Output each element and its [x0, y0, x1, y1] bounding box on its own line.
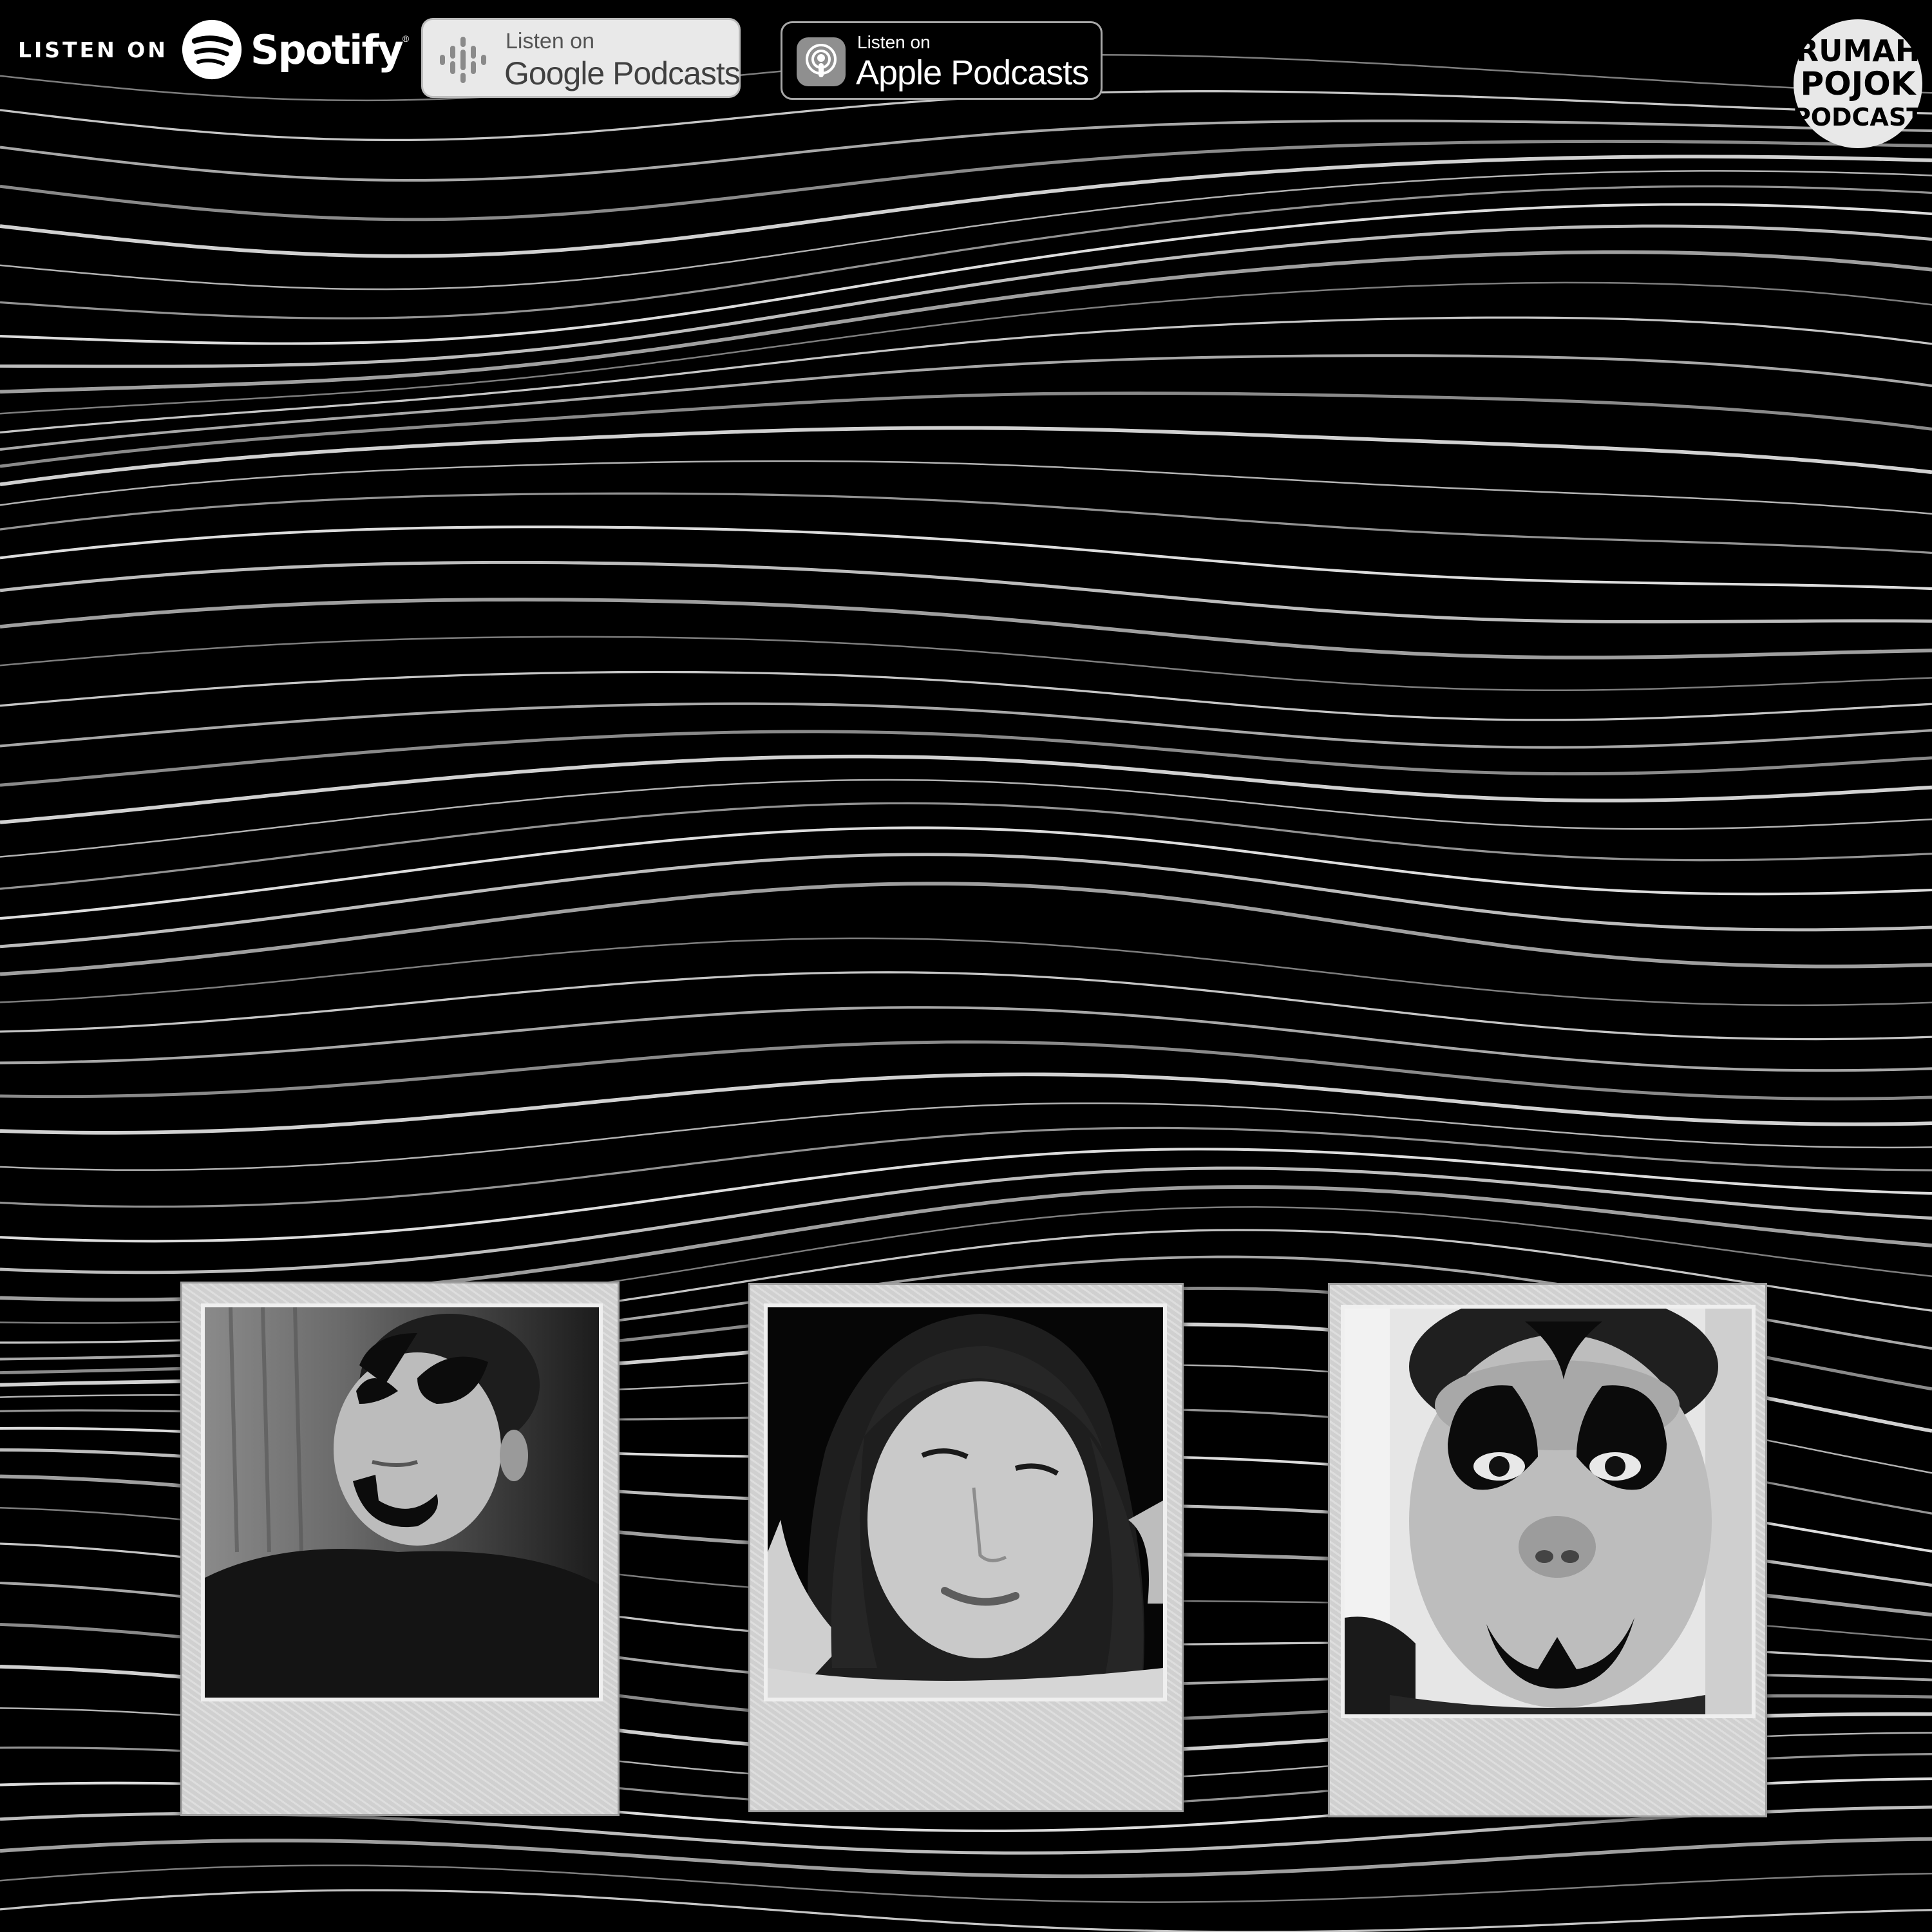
apple-podcasts-icon: [797, 37, 846, 86]
host-photo-right: [1345, 1309, 1752, 1714]
wave-line: [0, 598, 1932, 659]
polaroid-photo-3: [1328, 1283, 1767, 1817]
portrait-with-face-paint-icon: [1345, 1309, 1752, 1714]
wave-line: [0, 316, 1932, 434]
spotify-badge[interactable]: LISTEN ON Spotify ®: [18, 14, 409, 85]
apple-podcasts-badge[interactable]: Listen on Apple Podcasts: [781, 21, 1103, 100]
podcast-cover: LISTEN ON Spotify ® Listen on Google Pod…: [0, 0, 1932, 1932]
wave-line: [0, 170, 1932, 290]
portrait-with-face-paint-icon: [205, 1307, 599, 1698]
wave-line: [0, 492, 1932, 554]
wave-line: [0, 937, 1932, 1007]
apple-listen-label: Listen on: [857, 32, 931, 52]
google-podcasts-icon: [440, 37, 486, 83]
google-listen-label: Listen on: [506, 29, 594, 53]
wave-line: [0, 971, 1932, 1041]
wave-line: [0, 826, 1932, 920]
google-podcasts-badge[interactable]: Listen on Google Podcasts: [421, 18, 741, 98]
wave-line: [0, 1006, 1932, 1072]
wave-line: [0, 882, 1932, 976]
wave-line: [0, 802, 1932, 890]
apple-podcasts-label: Apple Podcasts: [856, 53, 1089, 92]
wave-line: [0, 1889, 1932, 1932]
wave-line: [0, 1166, 1932, 1274]
spotify-icon: [182, 19, 242, 80]
wave-line: [0, 1864, 1932, 1903]
wave-line: [0, 460, 1932, 515]
host-photo-left: [205, 1307, 599, 1698]
wave-line: [0, 1072, 1932, 1135]
wave-line: [0, 139, 1932, 222]
wave-line: [0, 779, 1932, 858]
portrait-icon: [768, 1307, 1163, 1698]
spotify-registered-mark: ®: [402, 33, 410, 44]
wave-line: [0, 754, 1932, 824]
rumah-pojok-podcast-logo: RUMAH POJOK PODCAST: [1793, 19, 1923, 148]
logo-line-2: POJOK: [1800, 65, 1917, 102]
wave-line: [0, 853, 1932, 949]
spotify-wordmark: Spotify: [250, 26, 404, 73]
wave-line: [0, 224, 1932, 368]
polaroid-photo-2: [748, 1283, 1184, 1812]
host-photo-center: [768, 1307, 1163, 1698]
wave-line: [0, 1837, 1932, 1879]
wave-line: [0, 560, 1932, 623]
spotify-listen-label: LISTEN ON: [18, 37, 168, 62]
logo-line-3: PODCAST: [1793, 103, 1923, 131]
google-podcasts-label: Google Podcasts: [504, 55, 741, 91]
wave-line: [0, 670, 1932, 721]
polaroid-photo-1: [180, 1282, 620, 1816]
logo-line-1: RUMAH: [1796, 33, 1920, 68]
wave-line: [0, 702, 1932, 749]
